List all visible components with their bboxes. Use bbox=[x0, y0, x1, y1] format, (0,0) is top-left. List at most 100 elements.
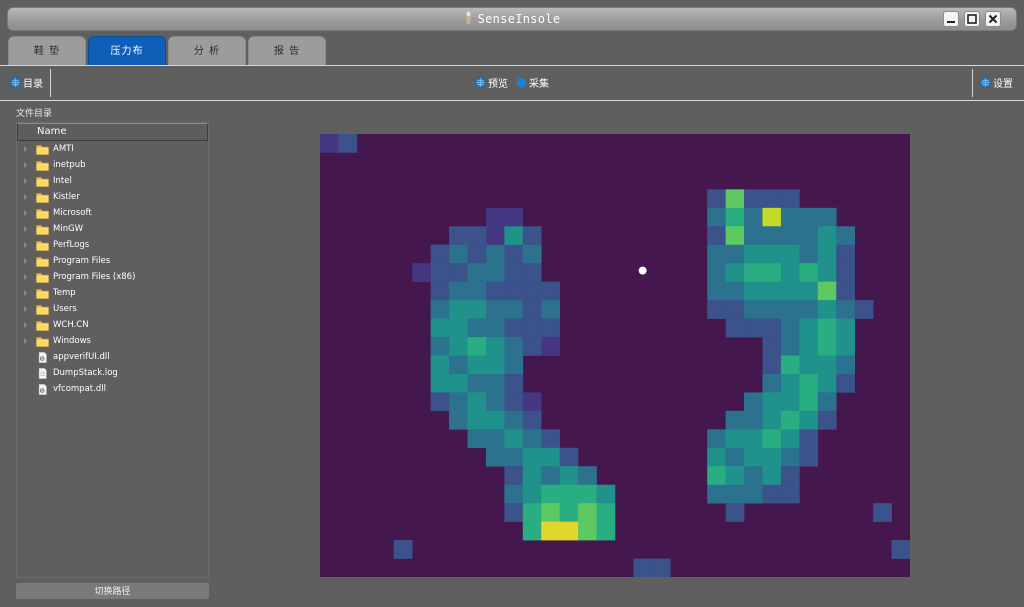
tree-item-label: Program Files (x86) bbox=[53, 272, 136, 282]
expand-arrow-icon[interactable] bbox=[24, 306, 27, 312]
close-icon bbox=[988, 14, 998, 24]
pressure-cell bbox=[744, 318, 763, 338]
pressure-cell bbox=[799, 410, 819, 430]
settings-label: 设置 bbox=[993, 79, 1013, 90]
pressure-cell bbox=[485, 281, 505, 301]
tree-item-file[interactable]: appverifUI.dll bbox=[17, 350, 208, 366]
tree-item-folder[interactable]: Microsoft bbox=[17, 206, 208, 222]
folder-icon bbox=[36, 289, 49, 299]
expand-arrow-icon[interactable] bbox=[24, 338, 27, 344]
tree-item-folder[interactable]: Windows bbox=[17, 334, 208, 350]
pressure-cell bbox=[504, 355, 524, 375]
file-tree[interactable]: Name AMTI inetpub Intel Kistler Microsoft Min… bbox=[16, 122, 209, 578]
pressure-cell bbox=[522, 466, 542, 486]
pressure-cell bbox=[504, 392, 524, 412]
tree-item-label: Users bbox=[53, 304, 77, 314]
switch-path-button[interactable]: 切换路径 bbox=[16, 583, 209, 599]
close-button[interactable] bbox=[985, 11, 1001, 27]
pressure-cell bbox=[762, 189, 782, 209]
pressure-cell bbox=[780, 447, 800, 467]
pressure-cell bbox=[596, 484, 616, 504]
expand-arrow-icon[interactable] bbox=[24, 290, 27, 296]
tab-pressure[interactable]: 压力布 bbox=[88, 36, 166, 65]
expand-arrow-icon[interactable] bbox=[24, 146, 27, 152]
catalog-button[interactable]: 目录 bbox=[10, 75, 43, 90]
pressure-cell bbox=[541, 447, 560, 467]
pressure-cell bbox=[836, 300, 855, 319]
tab-insole[interactable]: 鞋 垫 bbox=[8, 36, 86, 65]
tree-item-folder[interactable]: Intel bbox=[17, 174, 208, 190]
tab-report[interactable]: 报 告 bbox=[248, 36, 326, 65]
window-title: SenseInsole bbox=[477, 12, 561, 26]
tree-item-folder[interactable]: inetpub bbox=[17, 158, 208, 174]
pressure-cell bbox=[799, 207, 819, 227]
pressure-cell bbox=[799, 281, 819, 301]
pressure-cell bbox=[780, 392, 800, 412]
expand-arrow-icon[interactable] bbox=[24, 258, 27, 264]
settings-button[interactable]: 设置 bbox=[980, 75, 1013, 90]
folder-icon bbox=[36, 257, 49, 267]
tree-item-folder[interactable]: Program Files (x86) bbox=[17, 270, 208, 286]
tree-item-folder[interactable]: AMTI bbox=[17, 142, 208, 158]
pressure-cell bbox=[522, 447, 542, 467]
pressure-cell bbox=[504, 263, 524, 282]
pressure-cell bbox=[744, 392, 763, 412]
tree-item-label: inetpub bbox=[53, 160, 86, 170]
expand-arrow-icon[interactable] bbox=[24, 194, 27, 200]
pressure-cell bbox=[541, 484, 560, 504]
pressure-cell bbox=[854, 300, 874, 319]
pressure-cell bbox=[467, 410, 487, 430]
minimize-button[interactable] bbox=[943, 11, 959, 27]
pressure-cell bbox=[504, 503, 524, 522]
globe-icon bbox=[475, 77, 486, 88]
expand-arrow-icon[interactable] bbox=[24, 162, 27, 168]
pressure-cell bbox=[799, 226, 819, 246]
tree-item-folder[interactable]: MinGW bbox=[17, 222, 208, 238]
pressure-cell bbox=[799, 447, 819, 467]
expand-arrow-icon[interactable] bbox=[24, 210, 27, 216]
tree-item-folder[interactable]: Temp bbox=[17, 286, 208, 302]
pressure-cell bbox=[338, 134, 358, 153]
pressure-cell bbox=[430, 281, 450, 301]
tree-item-folder[interactable]: Program Files bbox=[17, 254, 208, 270]
collect-button[interactable]: 采集 bbox=[516, 75, 549, 90]
pressure-cell bbox=[559, 466, 579, 486]
pressure-cell bbox=[744, 244, 763, 264]
heatmap-svg bbox=[320, 134, 910, 577]
pressure-cell bbox=[817, 207, 837, 227]
tree-item-folder[interactable]: Kistler bbox=[17, 190, 208, 206]
expand-arrow-icon[interactable] bbox=[24, 226, 27, 232]
pressure-cell bbox=[485, 226, 505, 246]
expand-arrow-icon[interactable] bbox=[24, 274, 27, 280]
expand-arrow-icon[interactable] bbox=[24, 322, 27, 328]
pressure-cell bbox=[449, 226, 468, 246]
tab-analysis[interactable]: 分 析 bbox=[168, 36, 246, 65]
tree-item-folder[interactable]: PerfLogs bbox=[17, 238, 208, 254]
pressure-cell bbox=[799, 263, 819, 282]
tree-item-label: Microsoft bbox=[53, 208, 92, 218]
dll-file-icon bbox=[38, 384, 47, 395]
expand-arrow-icon[interactable] bbox=[24, 178, 27, 184]
tree-item-folder[interactable]: Users bbox=[17, 302, 208, 318]
tree-item-file[interactable]: vfcompat.dll bbox=[17, 382, 208, 398]
pressure-cell bbox=[449, 410, 468, 430]
pressure-cell bbox=[762, 392, 782, 412]
preview-button[interactable]: 预览 bbox=[475, 75, 508, 90]
pressure-cell bbox=[780, 244, 800, 264]
maximize-icon bbox=[967, 14, 977, 24]
expand-arrow-icon[interactable] bbox=[24, 242, 27, 248]
pressure-cell bbox=[559, 521, 579, 541]
pressure-cell bbox=[541, 503, 560, 522]
pressure-cell bbox=[504, 337, 524, 356]
pressure-cell bbox=[780, 207, 800, 227]
center-of-pressure-marker bbox=[638, 266, 647, 275]
tree-item-file[interactable]: DumpStack.log bbox=[17, 366, 208, 382]
tree-item-folder[interactable]: WCH.CN bbox=[17, 318, 208, 334]
tree-column-header[interactable]: Name bbox=[17, 123, 208, 141]
tree-item-label: appverifUI.dll bbox=[53, 352, 110, 362]
maximize-button[interactable] bbox=[964, 11, 980, 27]
pressure-cell bbox=[504, 447, 524, 467]
title-bar[interactable]: SenseInsole bbox=[7, 7, 1017, 31]
pressure-cell bbox=[467, 392, 487, 412]
pressure-cell bbox=[596, 503, 616, 522]
